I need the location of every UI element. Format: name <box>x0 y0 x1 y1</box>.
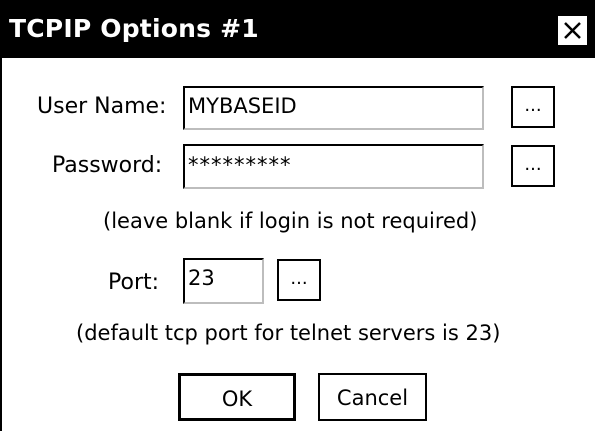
dialog-title: TCPIP Options #1 <box>9 14 259 43</box>
user-name-value: MYBASEID <box>188 94 297 118</box>
port-hint-text: (default tcp port for telnet servers is … <box>76 321 501 345</box>
user-name-field[interactable]: MYBASEID <box>183 86 484 130</box>
login-hint-text: (leave blank if login is not required) <box>103 209 478 233</box>
user-name-browse-label: ... <box>524 95 542 116</box>
user-name-label: User Name: <box>37 94 167 119</box>
tcpip-options-dialog: TCPIP Options #1 User Name: MYBASEID ...… <box>0 0 595 431</box>
ok-button[interactable]: OK <box>178 373 296 421</box>
password-label: Password: <box>52 153 163 178</box>
cancel-button[interactable]: Cancel <box>318 373 427 421</box>
port-field[interactable]: 23 <box>183 258 264 304</box>
password-field[interactable]: ********* <box>183 144 484 189</box>
port-browse-button[interactable]: ... <box>277 259 321 301</box>
title-bar: TCPIP Options #1 <box>0 0 595 58</box>
close-icon <box>564 22 581 39</box>
password-browse-button[interactable]: ... <box>511 145 555 187</box>
port-browse-label: ... <box>290 268 308 289</box>
cancel-button-label: Cancel <box>336 386 409 410</box>
close-button[interactable] <box>556 14 589 47</box>
user-name-browse-button[interactable]: ... <box>511 86 555 128</box>
ok-button-label: OK <box>221 387 253 411</box>
port-label: Port: <box>108 270 160 295</box>
password-value: ********* <box>188 153 292 177</box>
password-browse-label: ... <box>524 154 542 175</box>
dialog-border <box>0 58 2 431</box>
port-value: 23 <box>188 266 215 290</box>
